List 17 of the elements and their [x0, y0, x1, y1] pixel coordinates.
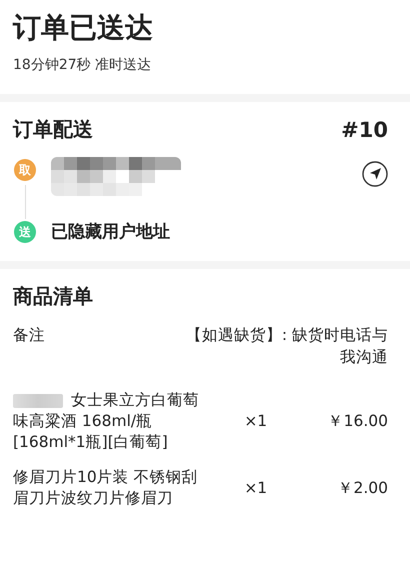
- dropoff-badge: 送: [14, 221, 36, 243]
- navigation-icon[interactable]: [362, 161, 388, 187]
- section-title: 订单配送: [13, 116, 93, 143]
- note-text: 【如遇缺货】: 缺货时电话与我沟通: [184, 325, 388, 368]
- product-price: ￥2.00: [336, 478, 388, 498]
- pickup-badge: 取: [14, 159, 36, 181]
- product-price: ￥16.00: [326, 411, 388, 432]
- page-title: 订单已送达: [13, 10, 154, 46]
- product-name: 女士果立方白葡萄味高粱酒 168ml/瓶[168ml*1瓶][白葡萄]: [13, 390, 200, 453]
- order-number: #10: [341, 118, 388, 142]
- product-quantity: ×1: [243, 478, 268, 498]
- delivery-time-text: 18分钟27秒 准时送达: [13, 56, 152, 74]
- product-name: 修眉刀片10片装 不锈钢刮眉刀片波纹刀片修眉刀: [13, 467, 199, 509]
- product-quantity: ×1: [243, 411, 268, 432]
- delivery-address: 已隐藏用户地址: [51, 221, 170, 244]
- section-title: 商品清单: [13, 283, 93, 310]
- note-label: 备注: [13, 325, 45, 346]
